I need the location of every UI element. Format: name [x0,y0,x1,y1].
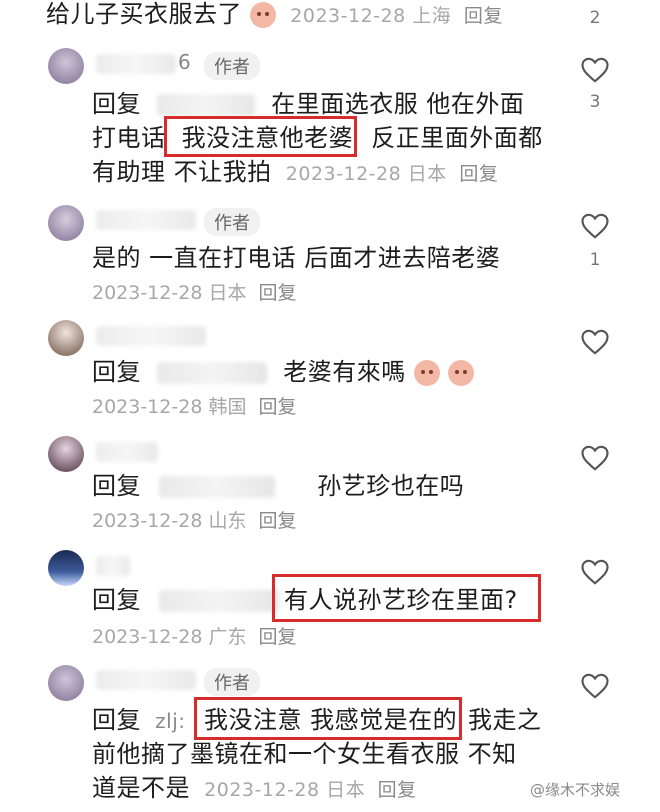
heart-icon[interactable] [580,558,610,586]
emoji-icon [413,360,440,386]
heart-icon[interactable] [580,672,610,700]
mention-blur [159,590,280,612]
like-count: 2 [589,8,601,28]
comment-text: 在里面选衣服 他在外面 [271,90,525,118]
reply-button[interactable]: 回复 [464,5,503,27]
comment-meta: 2023-12-28 日本 回复 [92,278,297,305]
avatar[interactable] [48,48,84,84]
comment-location: 上海 [412,5,452,27]
comment-text: 有助理 不让我拍 [92,158,272,186]
avatar[interactable] [48,550,84,586]
watermark: @缘木不求娱 [530,781,621,799]
like-count: 1 [589,250,601,270]
reply-button[interactable]: 回复 [259,282,297,304]
comment-date: 2023-12-28 [204,779,320,801]
comment-line: 回复 孙艺珍也在吗 [92,468,464,504]
mention-blur [159,476,276,498]
avatar[interactable] [48,436,84,472]
mention-blur [157,362,268,384]
reply-button[interactable]: 回复 [259,396,297,418]
comment-text: 打电话 [92,124,166,152]
username-blur [96,442,158,462]
comment-line: 回复 老婆有來嗎 [92,354,475,390]
highlight-box [272,574,541,622]
avatar[interactable] [48,320,84,356]
avatar[interactable] [48,665,84,701]
mention[interactable]: zlj: [155,709,185,733]
mention-blur [157,94,256,116]
username-suffix: 6 [178,50,192,74]
reply-label: 回复 [92,586,141,614]
comment-text: 老婆有來嗎 [283,358,406,386]
comment-text: 前他摘了墨镜在和一个女生看衣服 不知 [92,740,517,768]
author-tag: 作者 [204,208,260,236]
comment-meta: 2023-12-28 广东 回复 [92,622,297,649]
comment-location: 日本 [407,163,447,185]
username-blur [96,556,130,576]
comment-line: 道是不是 2023-12-28 日本 回复 [92,770,417,808]
comment-line: 有助理 不让我拍 2023-12-28 日本 回复 [92,154,498,192]
highlight-box [194,697,462,740]
heart-icon[interactable] [580,212,610,240]
comment-0: 给儿子买衣服去了 2023-12-28 上海 回复 [46,0,503,34]
comment-date: 2023-12-28 [92,396,203,418]
comment-location: 日本 [326,779,366,801]
comment-location: 山东 [208,510,247,532]
reply-button[interactable]: 回复 [459,163,498,185]
emoji-icon [448,360,475,386]
comment-date: 2023-12-28 [92,626,203,648]
reply-button[interactable]: 回复 [259,510,297,532]
avatar[interactable] [48,205,84,241]
username-blur [96,210,196,230]
reply-label: 回复 [92,706,141,734]
comment-text: 道是不是 [92,774,190,802]
reply-label: 回复 [92,90,141,118]
comment-text: 给儿子买衣服去了 [46,0,242,28]
comment-date: 2023-12-28 [285,163,402,185]
comment-location: 韩国 [208,396,247,418]
comment-line: 回复 [92,582,289,618]
comment-text: 我走之 [468,706,542,734]
heart-icon[interactable] [580,56,610,84]
username-blur [96,670,196,690]
comment-text: 反正里面外面都 [371,124,543,152]
like-count: 3 [589,92,601,112]
emoji-icon [250,2,277,28]
username-blur [96,326,206,346]
comment-line: 回复 zlj: [92,702,186,739]
comment-text: 孙艺珍也在吗 [317,472,465,500]
comment-location: 广东 [208,626,247,648]
comment-text: 是的 一直在打电话 后面才进去陪老婆 [92,244,501,272]
comment-meta: 2023-12-28 山东 回复 [92,506,297,533]
author-tag: 作者 [204,52,260,80]
comment-date: 2023-12-28 [290,5,406,27]
reply-button[interactable]: 回复 [259,626,297,648]
comment-date: 2023-12-28 [92,282,203,304]
highlight-box [164,116,357,157]
reply-label: 回复 [92,358,141,386]
username-blur [96,54,176,74]
comment-meta: 2023-12-28 韩国 回复 [92,392,297,419]
comment-date: 2023-12-28 [92,510,203,532]
reply-label: 回复 [92,472,141,500]
reply-button[interactable]: 回复 [378,779,417,801]
heart-icon[interactable] [580,328,610,356]
author-tag: 作者 [204,668,260,696]
heart-icon[interactable] [580,444,610,472]
comment-location: 日本 [208,282,247,304]
